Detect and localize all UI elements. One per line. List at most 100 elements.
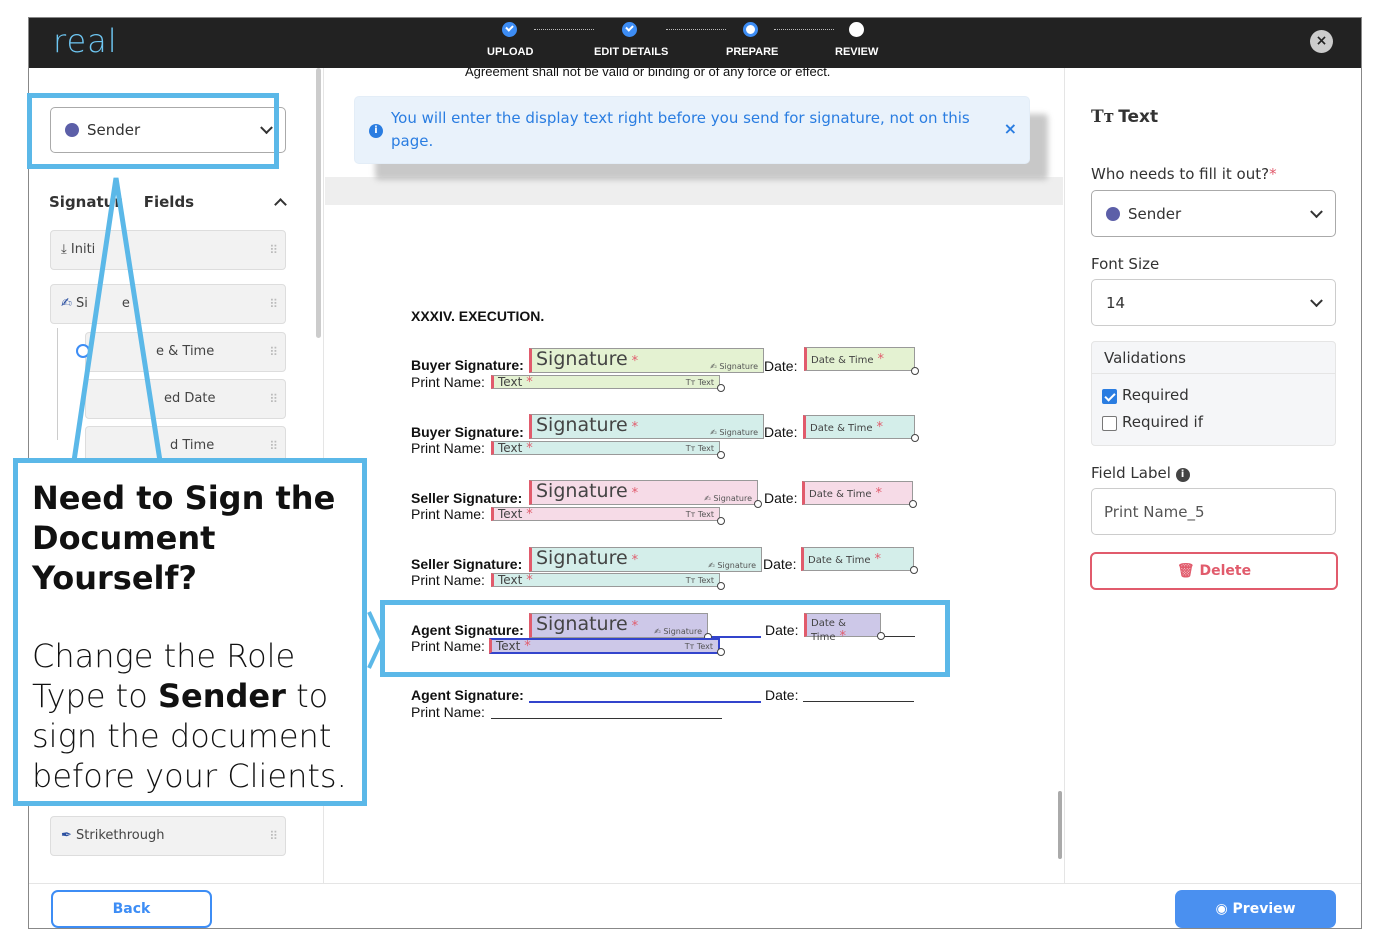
field-label-input[interactable]: Print Name_5 (1091, 488, 1336, 535)
step-edit-details-label[interactable]: EDIT DETAILS (594, 46, 668, 58)
drag-handle-icon[interactable]: ⠿ (269, 392, 278, 406)
preview-button[interactable]: ◉ Preview (1175, 890, 1336, 928)
required-if-label[interactable]: Required if (1122, 413, 1203, 431)
text-field-selected[interactable]: Text * Tт Text (489, 638, 720, 654)
who-select[interactable]: Sender (1091, 190, 1336, 237)
signature-field[interactable]: Signature * ✍ Signature (529, 613, 708, 638)
role-select[interactable]: Sender (50, 107, 286, 153)
buyer-signature-label: Buyer Signature: (411, 424, 524, 440)
text-field[interactable]: Text * Tт Text (491, 375, 720, 390)
required-checkbox[interactable] (1102, 389, 1117, 404)
step-connector (534, 29, 594, 30)
pen-icon: ✒ (61, 828, 72, 843)
radio-icon (76, 344, 90, 358)
font-size-select[interactable]: 14 (1091, 279, 1336, 326)
drag-handle-icon[interactable]: ⠿ (269, 829, 278, 843)
print-name-label: Print Name: (411, 506, 485, 522)
signature-field[interactable]: Signature * ✍ Signature (529, 348, 764, 373)
close-icon[interactable]: × (1310, 30, 1333, 53)
field-item-strikethrough[interactable]: ✒ Strikethrough ⠿ (50, 816, 286, 856)
date-label: Date: (763, 556, 797, 572)
date-time-field[interactable]: Date & Time * (802, 481, 913, 505)
print-name-label: Print Name: (411, 374, 485, 390)
resize-handle[interactable] (911, 434, 919, 442)
required-label[interactable]: Required (1122, 386, 1189, 404)
print-name-label: Print Name: (411, 440, 485, 456)
chevron-down-icon (1310, 204, 1323, 218)
trash-icon: 🗑 (1176, 563, 1195, 579)
date-label: Date: (764, 490, 798, 506)
date-time-field[interactable]: Date & Time * (804, 613, 881, 644)
role-color-dot (65, 123, 79, 137)
text-field[interactable]: Text * Tт Text (491, 441, 720, 456)
date-label: Date: (765, 687, 799, 703)
validations-panel: Validations Required Required if (1091, 341, 1336, 446)
text-field[interactable]: Text * Tт Text (491, 507, 720, 522)
document-viewer[interactable]: Agreement shall not be valid or binding … (325, 68, 1063, 883)
role-color-dot (1106, 207, 1120, 221)
page-gap (325, 177, 1063, 205)
validations-label: Validations (1092, 342, 1335, 374)
signature-field[interactable]: Signature * ✍ Signature (529, 547, 762, 572)
text-tag: Tт Text (685, 510, 714, 519)
resize-handle[interactable] (717, 384, 725, 392)
eye-icon: ◉ (1215, 901, 1228, 917)
drag-handle-icon[interactable]: ⠿ (269, 243, 278, 257)
date-time-field[interactable]: Date & Time * (801, 547, 914, 571)
text-tag: Tт Text (684, 642, 713, 651)
field-item-label: Strikethrough (76, 828, 165, 843)
signature-field[interactable]: Signature * ✍ Signature (529, 414, 764, 439)
resize-handle[interactable] (717, 451, 725, 459)
resize-handle[interactable] (717, 582, 725, 590)
step-prepare-label[interactable]: PREPARE (726, 46, 778, 58)
required-if-checkbox[interactable] (1102, 416, 1117, 431)
top-bar: real UPLOAD EDIT DETAILS PREPARE REVIEW … (29, 18, 1361, 68)
date-time-field[interactable]: Date & Time * (804, 347, 915, 371)
resize-handle[interactable] (717, 648, 725, 656)
tree-line (57, 328, 58, 440)
field-item-label: ed Date (164, 391, 216, 406)
chevron-up-icon[interactable] (274, 198, 287, 211)
step-prepare-current-icon (743, 22, 758, 37)
text-field[interactable]: Text * Tт Text (491, 573, 720, 588)
delete-button[interactable]: 🗑 Delete (1090, 552, 1338, 590)
field-item-initials[interactable]: ⤓ Initi ⠿ (50, 230, 286, 270)
signature-field[interactable]: Signature * ✍ Signature (529, 480, 758, 505)
step-review-label[interactable]: REVIEW (835, 46, 878, 58)
info-icon[interactable]: i (1175, 468, 1190, 482)
drag-handle-icon[interactable]: ⠿ (269, 345, 278, 359)
document-scrollbar[interactable] (1058, 791, 1062, 859)
step-review-pending-icon (849, 22, 864, 37)
resize-handle[interactable] (909, 500, 917, 508)
left-panel-scrollbar[interactable] (316, 68, 321, 338)
step-upload-label[interactable]: UPLOAD (487, 46, 533, 58)
callout-title: Need to Sign the Document Yourself? (32, 479, 336, 597)
step-edit-details-check-icon (622, 22, 637, 37)
signature-tag: ✍ Signature (704, 494, 752, 503)
agent-signature-label: Agent Signature: (411, 687, 524, 703)
resize-handle[interactable] (911, 367, 919, 375)
who-select-value: Sender (1128, 205, 1182, 223)
resize-handle[interactable] (877, 632, 885, 640)
step-upload-check-icon (502, 22, 517, 37)
back-button[interactable]: Back (51, 890, 212, 928)
right-panel: Tт Text Who needs to fill it out?* Sender… (1064, 68, 1361, 883)
resize-handle[interactable] (754, 500, 762, 508)
field-item-label: e & Time (156, 344, 215, 359)
document-text-line: Agreement shall not be valid or binding … (465, 68, 831, 79)
section-heading: XXXIV. EXECUTION. (411, 308, 545, 324)
signature-icon: ✍ (61, 296, 72, 311)
resize-handle[interactable] (910, 566, 918, 574)
field-item-signed-date[interactable]: ed Date ⠿ (85, 379, 286, 419)
field-item-signature[interactable]: ✍ Si e ⠿ (50, 284, 286, 324)
drag-handle-icon[interactable]: ⠿ (269, 439, 278, 453)
field-item-label: Si (76, 296, 88, 311)
date-label: Date: (765, 622, 799, 638)
banner-close-icon[interactable]: × (1004, 119, 1017, 138)
date-time-field[interactable]: Date & Time * (803, 415, 915, 439)
drag-handle-icon[interactable]: ⠿ (269, 297, 278, 311)
field-item-date-time[interactable]: e & Time ⠿ (76, 332, 286, 372)
resize-handle[interactable] (717, 517, 725, 525)
field-label-label: Field Label i (1091, 464, 1190, 482)
section-title[interactable]: Signatur Fields (49, 193, 194, 211)
